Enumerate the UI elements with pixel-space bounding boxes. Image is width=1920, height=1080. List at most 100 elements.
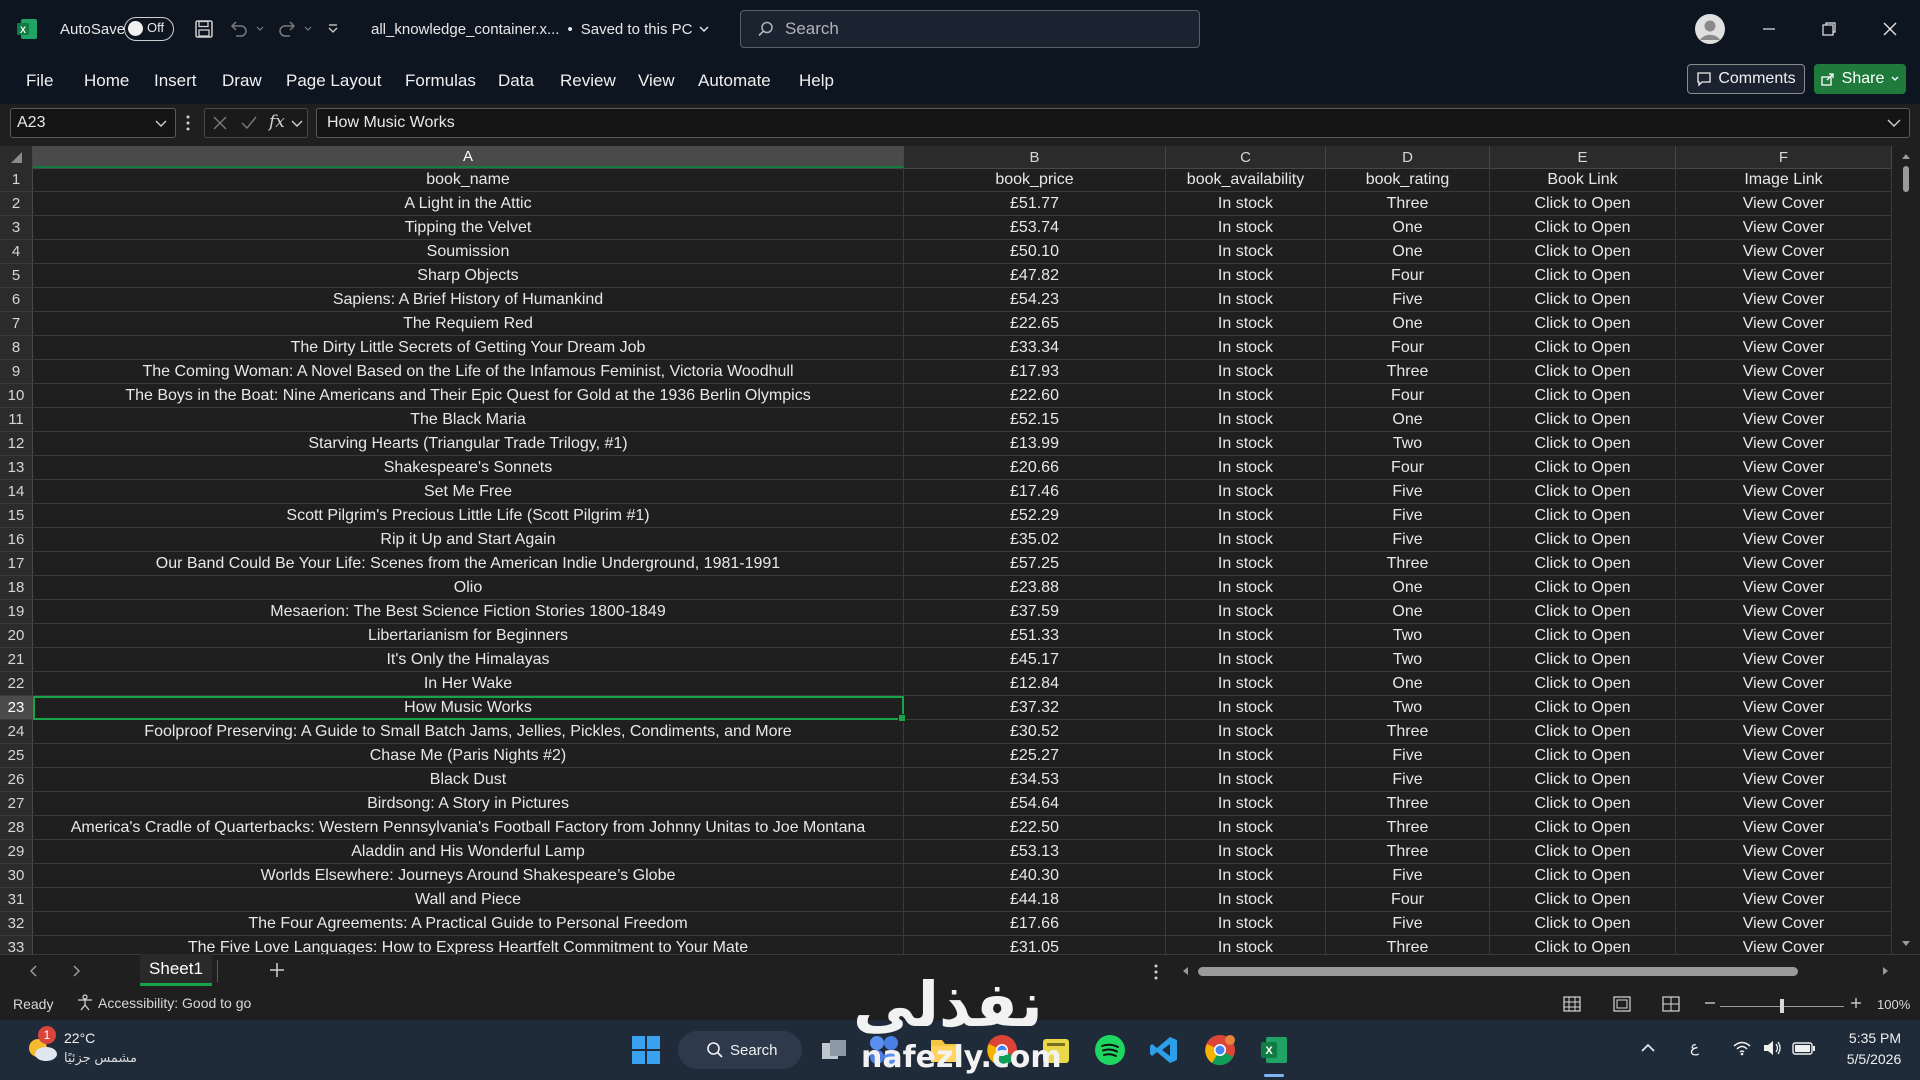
redo-dropdown-icon[interactable]: [303, 0, 313, 58]
cell-a[interactable]: Libertarianism for Beginners: [33, 624, 904, 648]
cell-e[interactable]: Click to Open: [1490, 600, 1676, 624]
cell-b[interactable]: £45.17: [904, 648, 1166, 672]
cell-d[interactable]: book_rating: [1326, 168, 1490, 192]
row-header[interactable]: 29: [0, 840, 33, 864]
minimize-icon[interactable]: [1762, 0, 1776, 58]
cell-f[interactable]: View Cover: [1676, 744, 1892, 768]
cell-d[interactable]: Three: [1326, 360, 1490, 384]
cell-b[interactable]: £53.13: [904, 840, 1166, 864]
cell-c[interactable]: In stock: [1166, 360, 1326, 384]
horizontal-scroll-thumb[interactable]: [1198, 967, 1798, 976]
cell-b[interactable]: £12.84: [904, 672, 1166, 696]
cell-c[interactable]: In stock: [1166, 816, 1326, 840]
row-header[interactable]: 26: [0, 768, 33, 792]
cell-a[interactable]: The Dirty Little Secrets of Getting Your…: [33, 336, 904, 360]
cell-c[interactable]: book_availability: [1166, 168, 1326, 192]
cell-e[interactable]: Click to Open: [1490, 552, 1676, 576]
cell-c[interactable]: In stock: [1166, 216, 1326, 240]
row-header[interactable]: 11: [0, 408, 33, 432]
scroll-left-icon[interactable]: [1181, 966, 1189, 976]
cell-b[interactable]: £51.33: [904, 624, 1166, 648]
row-header[interactable]: 18: [0, 576, 33, 600]
zoom-in-icon[interactable]: [1850, 996, 1862, 1010]
cell-f[interactable]: View Cover: [1676, 816, 1892, 840]
insert-function-button[interactable]: fx: [269, 112, 285, 132]
vscode-icon[interactable]: [1144, 1030, 1184, 1070]
taskbar-search[interactable]: Search: [678, 1031, 802, 1069]
cell-f[interactable]: View Cover: [1676, 384, 1892, 408]
cell-e[interactable]: Click to Open: [1490, 336, 1676, 360]
cell-b[interactable]: £13.99: [904, 432, 1166, 456]
cell-e[interactable]: Click to Open: [1490, 528, 1676, 552]
redo-icon[interactable]: [276, 0, 298, 58]
cell-c[interactable]: In stock: [1166, 384, 1326, 408]
cell-b[interactable]: £17.46: [904, 480, 1166, 504]
cell-c[interactable]: In stock: [1166, 888, 1326, 912]
row-header[interactable]: 33: [0, 936, 33, 954]
cell-f[interactable]: View Cover: [1676, 792, 1892, 816]
cell-c[interactable]: In stock: [1166, 552, 1326, 576]
cell-e[interactable]: Click to Open: [1490, 504, 1676, 528]
row-header[interactable]: 23: [0, 696, 33, 720]
cell-d[interactable]: Two: [1326, 648, 1490, 672]
cell-a[interactable]: Wall and Piece: [33, 888, 904, 912]
add-sheet-icon[interactable]: [269, 962, 285, 978]
row-header[interactable]: 17: [0, 552, 33, 576]
clock-date[interactable]: 5/5/2026: [1836, 1051, 1912, 1067]
cell-e[interactable]: Click to Open: [1490, 456, 1676, 480]
cell-d[interactable]: One: [1326, 240, 1490, 264]
cell-f[interactable]: View Cover: [1676, 288, 1892, 312]
cell-d[interactable]: One: [1326, 216, 1490, 240]
cell-c[interactable]: In stock: [1166, 792, 1326, 816]
row-header[interactable]: 6: [0, 288, 33, 312]
zoom-app-icon[interactable]: [864, 1030, 904, 1070]
cell-f[interactable]: View Cover: [1676, 408, 1892, 432]
cell-a[interactable]: The Five Love Languages: How to Express …: [33, 936, 904, 954]
cell-b[interactable]: £17.93: [904, 360, 1166, 384]
cell-b[interactable]: £37.59: [904, 600, 1166, 624]
cell-b[interactable]: £25.27: [904, 744, 1166, 768]
cell-f[interactable]: View Cover: [1676, 528, 1892, 552]
column-header-b[interactable]: B: [904, 146, 1166, 168]
cell-f[interactable]: View Cover: [1676, 312, 1892, 336]
page-layout-view-icon[interactable]: [1613, 996, 1631, 1012]
cell-a[interactable]: Black Dust: [33, 768, 904, 792]
row-header[interactable]: 10: [0, 384, 33, 408]
cell-a[interactable]: A Light in the Attic: [33, 192, 904, 216]
row-header[interactable]: 21: [0, 648, 33, 672]
share-button[interactable]: Share: [1814, 64, 1906, 94]
cell-a[interactable]: Our Band Could Be Your Life: Scenes from…: [33, 552, 904, 576]
cell-e[interactable]: Click to Open: [1490, 480, 1676, 504]
cell-d[interactable]: Four: [1326, 456, 1490, 480]
cell-b[interactable]: £20.66: [904, 456, 1166, 480]
cell-a[interactable]: The Requiem Red: [33, 312, 904, 336]
row-header[interactable]: 15: [0, 504, 33, 528]
cell-d[interactable]: One: [1326, 672, 1490, 696]
cell-e[interactable]: Click to Open: [1490, 768, 1676, 792]
cell-f[interactable]: View Cover: [1676, 480, 1892, 504]
cell-b[interactable]: £22.65: [904, 312, 1166, 336]
cell-d[interactable]: Three: [1326, 552, 1490, 576]
cell-d[interactable]: Five: [1326, 480, 1490, 504]
cell-b[interactable]: £44.18: [904, 888, 1166, 912]
cell-b[interactable]: £51.77: [904, 192, 1166, 216]
row-header[interactable]: 4: [0, 240, 33, 264]
cell-f[interactable]: View Cover: [1676, 216, 1892, 240]
cell-d[interactable]: One: [1326, 312, 1490, 336]
close-icon[interactable]: [1883, 0, 1897, 58]
sticky-app-icon[interactable]: [1036, 1030, 1076, 1070]
cell-a[interactable]: Worlds Elsewhere: Journeys Around Shakes…: [33, 864, 904, 888]
cell-f[interactable]: View Cover: [1676, 648, 1892, 672]
cell-a[interactable]: The Coming Woman: A Novel Based on the L…: [33, 360, 904, 384]
cell-e[interactable]: Click to Open: [1490, 264, 1676, 288]
cell-a[interactable]: Starving Hearts (Triangular Trade Trilog…: [33, 432, 904, 456]
cell-e[interactable]: Click to Open: [1490, 624, 1676, 648]
clock-time[interactable]: 5:35 PM: [1840, 1030, 1910, 1046]
sheet-tab-sheet1[interactable]: Sheet1: [140, 954, 212, 986]
cell-d[interactable]: Three: [1326, 816, 1490, 840]
accessibility-checker[interactable]: Accessibility: Good to go: [76, 994, 251, 1012]
cell-e[interactable]: Book Link: [1490, 168, 1676, 192]
cell-f[interactable]: View Cover: [1676, 600, 1892, 624]
cell-b[interactable]: £47.82: [904, 264, 1166, 288]
cell-b[interactable]: £54.64: [904, 792, 1166, 816]
